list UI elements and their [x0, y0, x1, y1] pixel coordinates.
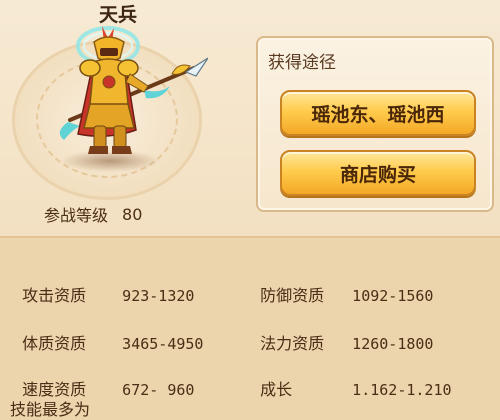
battle-level-row: 参战等级 80 — [44, 200, 142, 228]
stat-speed: 速度资质 672- 960 — [12, 348, 194, 399]
stat-attack: 攻击资质 923-1320 — [12, 254, 194, 305]
stat-growth-label: 成长 — [260, 380, 293, 399]
acquire-title: 获得途径 — [268, 53, 336, 73]
stat-speed-value: 672- 960 — [122, 381, 195, 399]
skill-max-label: 技能最多为 — [10, 400, 91, 419]
battle-level-value: 80 — [122, 204, 143, 224]
acquire-location-button[interactable]: 瑶池东、瑶池西 — [280, 90, 476, 136]
portrait-area: 天兵 参战等级 80 — [0, 0, 250, 236]
acquire-panel: 获得途径 瑶池东、瑶池西 商店购买 — [256, 36, 494, 212]
celestial-soldier-icon — [59, 26, 208, 154]
stat-growth-value: 1.162-1.210 — [352, 381, 452, 399]
shop-purchase-button[interactable]: 商店购买 — [280, 150, 476, 196]
stat-defense: 防御资质 1092-1560 — [250, 254, 433, 305]
unit-header: 天兵 参战等级 80 获得途径 瑶池东、瑶池西 商店购买 — [0, 0, 500, 236]
battle-level-label: 参战等级 — [44, 206, 109, 225]
stat-physique: 体质资质 3465-4950 — [12, 302, 203, 353]
stat-growth: 成长 1.162-1.210 — [250, 348, 451, 399]
stat-magic: 法力资质 1260-1800 — [250, 302, 433, 353]
unit-name: 天兵 — [98, 4, 137, 26]
